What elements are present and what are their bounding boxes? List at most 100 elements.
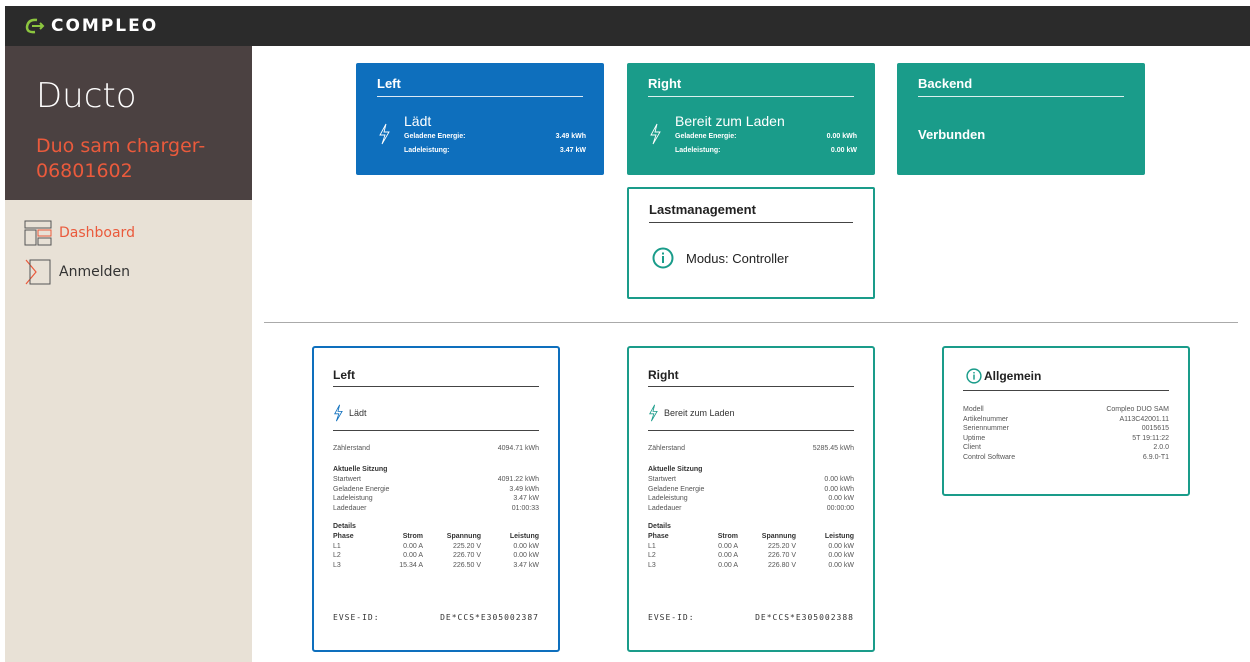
info-icon	[966, 368, 982, 384]
tile-power-row: Ladeleistung: 3.47 kW	[404, 147, 586, 154]
energy-label: Geladene Energie:	[404, 133, 466, 140]
tile-title: Backend	[918, 76, 973, 91]
power-value: 3.47 kW	[559, 147, 586, 154]
brand-name: COMPLEO	[51, 16, 159, 36]
details-heading: Details	[333, 523, 356, 530]
tile-title: Right	[648, 76, 682, 91]
sidebar-item-label: Dashboard	[59, 225, 135, 241]
session-heading: Aktuelle Sitzung	[333, 466, 388, 473]
tile-right[interactable]: Right Bereit zum Laden Geladene Energie:…	[627, 63, 875, 175]
session-row: Ladedauer 01:00:33	[333, 504, 539, 512]
meter-value: 5285.45 kWh	[812, 445, 854, 452]
session-row: Startwert 0.00 kWh	[648, 476, 854, 483]
energy-value: 0.00 kWh	[826, 133, 857, 140]
phase-row: L3 15.34 A 226.50 V 3.47 kW	[333, 561, 539, 569]
sidebar-item-dashboard[interactable]: Dashboard	[23, 219, 135, 247]
tile-backend[interactable]: Backend Verbunden	[897, 63, 1145, 175]
phase-table: Phase Strom Spannung Leistung L1 0.00 A 225.2…	[648, 532, 854, 570]
evse-value: DE*CCS*E305002388	[755, 613, 854, 622]
energy-value: 3.49 kWh	[555, 133, 586, 140]
meter-label: Zählerstand	[648, 445, 685, 452]
tile-divider	[648, 96, 854, 97]
detail-divider	[648, 430, 854, 431]
sidebar-header: Ducto Duo sam charger-06801602	[5, 46, 252, 200]
detail-card-left: Left Lädt Zählerstand 4094.71 kWh Aktuell…	[312, 346, 560, 652]
tile-divider	[377, 96, 583, 97]
phase-row: L1 0.00 A 225.20 V 0.00 kW	[648, 542, 854, 550]
detail-title: Left	[333, 368, 355, 382]
tile-energy-row: Geladene Energie: 3.49 kWh	[404, 133, 586, 140]
login-icon	[23, 258, 53, 286]
session-row: Ladedauer 00:00:00	[648, 504, 854, 512]
detail-divider	[648, 386, 854, 387]
power-label: Ladeleistung:	[404, 147, 450, 154]
info-icon	[652, 247, 674, 269]
session-row: Startwert 4091.22 kWh	[333, 476, 539, 483]
detail-status: Lädt	[333, 404, 367, 422]
lightning-icon	[334, 404, 343, 422]
detail-card-right: Right Bereit zum Laden Zählerstand 5285.4…	[627, 346, 875, 652]
lightning-icon	[650, 123, 661, 145]
logo-plug-icon	[25, 18, 45, 34]
energy-label: Geladene Energie:	[675, 133, 737, 140]
info-row: Uptime 5T 19:11:22	[963, 434, 1169, 442]
phase-row: L2 0.00 A 226.70 V 0.00 kW	[333, 552, 539, 559]
details-heading: Details	[648, 523, 671, 530]
meter-label: Zählerstand	[333, 445, 370, 452]
top-bar: COMPLEO	[5, 6, 1250, 46]
session-row: Geladene Energie 0.00 kWh	[648, 485, 854, 493]
sidebar: Ducto Duo sam charger-06801602 Dashboard…	[5, 46, 252, 662]
general-info-card: Allgemein Modell Compleo DUO SAM Artikeln…	[942, 346, 1190, 496]
phase-header-row: Phase Strom Spannung Leistung	[333, 533, 539, 540]
general-divider	[963, 390, 1169, 391]
load-mode: Modus: Controller	[652, 247, 789, 269]
lightning-icon	[649, 404, 658, 422]
tile-status: Lädt	[404, 113, 432, 129]
general-header: Allgemein	[966, 368, 1041, 384]
sidebar-item-login[interactable]: Anmelden	[23, 258, 130, 286]
detail-status-text: Bereit zum Laden	[664, 408, 735, 418]
evse-id-row: EVSE-ID: DE*CCS*E305002387	[333, 613, 539, 622]
tile-divider	[918, 96, 1124, 97]
tile-status: Bereit zum Laden	[675, 113, 785, 129]
session-row: Ladeleistung 3.47 kW	[333, 495, 539, 502]
session-row: Ladeleistung 0.00 kW	[648, 495, 854, 502]
power-value: 0.00 kW	[830, 147, 857, 154]
info-row: Artikelnummer A113C42001.11	[963, 415, 1169, 423]
phase-header-row: Phase Strom Spannung Leistung	[648, 533, 854, 540]
dashboard-icon	[23, 219, 53, 247]
detail-status: Bereit zum Laden	[648, 404, 735, 422]
phase-row: L2 0.00 A 226.70 V 0.00 kW	[648, 552, 854, 559]
sidebar-item-label: Anmelden	[59, 264, 130, 280]
session-heading: Aktuelle Sitzung	[648, 466, 703, 473]
tile-title: Lastmanagement	[649, 202, 756, 217]
section-divider	[264, 322, 1238, 323]
lightning-icon	[379, 123, 390, 145]
phase-row: L3 0.00 A 226.80 V 0.00 kW	[648, 561, 854, 569]
load-mode-text: Modus: Controller	[686, 250, 789, 266]
info-row: Client 2.0.0	[963, 444, 1169, 451]
evse-label: EVSE-ID:	[333, 613, 380, 622]
detail-divider	[333, 430, 539, 431]
detail-divider	[333, 386, 539, 387]
compleo-logo[interactable]: COMPLEO	[23, 16, 158, 36]
detail-title: Right	[648, 368, 679, 382]
tile-energy-row: Geladene Energie: 0.00 kWh	[675, 133, 857, 140]
phase-row: L1 0.00 A 225.20 V 0.00 kW	[333, 542, 539, 550]
tile-load-management[interactable]: Lastmanagement Modus: Controller	[627, 187, 875, 299]
device-subtitle: Duo sam charger-06801602	[36, 135, 206, 182]
info-row: Seriennummer 0015615	[963, 425, 1169, 432]
session-row: Geladene Energie 3.49 kWh	[333, 485, 539, 493]
phase-table: Phase Strom Spannung Leistung L1 0.00 A 225.2…	[333, 532, 539, 570]
meter-value: 4094.71 kWh	[497, 445, 539, 452]
general-title: Allgemein	[984, 369, 1042, 383]
power-label: Ladeleistung:	[675, 147, 721, 154]
tile-left[interactable]: Left Lädt Geladene Energie: 3.49 kWh Lade…	[356, 63, 604, 175]
meter-row: Zählerstand 5285.45 kWh	[648, 444, 854, 454]
info-row: Modell Compleo DUO SAM	[963, 406, 1169, 413]
evse-label: EVSE-ID:	[648, 613, 695, 622]
tile-divider	[649, 222, 853, 223]
evse-id-row: EVSE-ID: DE*CCS*E305002388	[648, 613, 854, 622]
meter-row: Zählerstand 4094.71 kWh	[333, 444, 539, 454]
device-name: Ducto	[36, 76, 137, 116]
